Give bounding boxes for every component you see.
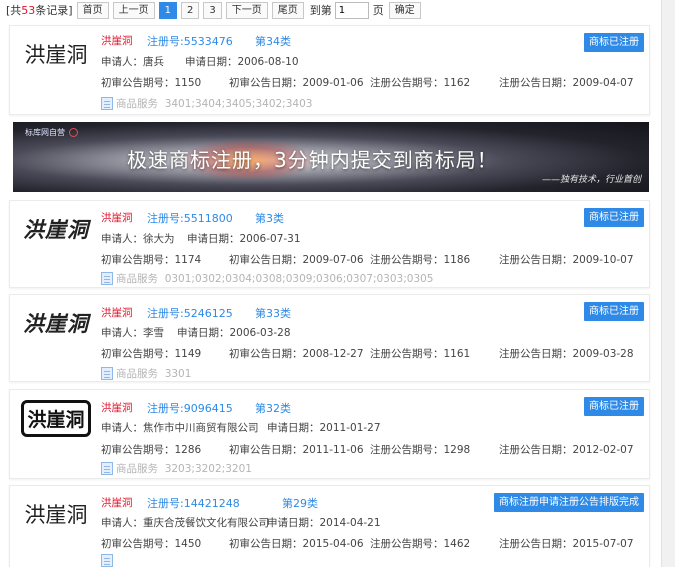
page-2-button[interactable]: 2 bbox=[180, 1, 200, 19]
registration-number: 注册号:5246125 bbox=[147, 307, 233, 320]
registration-number: 注册号:14421248 bbox=[147, 497, 240, 510]
applicant: 申请人：重庆合茂餐饮文化有限公司 bbox=[101, 517, 269, 529]
status-badge: 商标已注册 bbox=[584, 397, 644, 416]
trademark-class: 第33类 bbox=[255, 307, 291, 320]
badge-icon bbox=[69, 128, 78, 137]
page-number-input[interactable] bbox=[334, 1, 369, 19]
first-trial-number: 初审公告期号：1149 bbox=[101, 348, 202, 360]
banner-headline: 极速商标注册，3分钟内提交到商标局！ bbox=[127, 148, 498, 172]
trademark-logo[interactable]: 洪崖洞 bbox=[18, 209, 94, 249]
prev-page-button[interactable]: 上一页 bbox=[112, 1, 155, 19]
registration-number: 注册号:9096415 bbox=[147, 402, 233, 415]
trademark-class: 第32类 bbox=[255, 402, 291, 415]
goods-services: 商品服务 3401;3404;3405;3402;3403 bbox=[101, 96, 312, 111]
first-trial-number: 初审公告期号：1174 bbox=[101, 254, 202, 266]
document-icon bbox=[101, 554, 113, 567]
trademark-logo[interactable]: 洪崖洞 bbox=[18, 398, 94, 438]
first-trial-number: 初审公告期号：1450 bbox=[101, 538, 202, 550]
reg-announce-number: 注册公告期号：1161 bbox=[370, 348, 471, 360]
goods-services: 商品服务 3301 bbox=[101, 366, 191, 381]
status-badge: 商标已注册 bbox=[584, 302, 644, 321]
reg-announce-number: 注册公告期号：1462 bbox=[370, 538, 471, 550]
goods-services: 商品服务 0301;0302;0304;0308;0309;0306;0307;… bbox=[101, 271, 433, 286]
apply-date: 申请日期：2006-08-10 bbox=[185, 56, 299, 68]
trademark-record[interactable]: 洪崖洞 洪崖洞 注册号:5511800 第3类 商标已注册 申请人：徐大为 申请… bbox=[9, 200, 650, 288]
applicant: 申请人：焦作市中川商贸有限公司 bbox=[101, 422, 259, 434]
trademark-name[interactable]: 洪崖洞 bbox=[101, 400, 133, 415]
trademark-class: 第3类 bbox=[255, 212, 284, 225]
status-badge: 商标已注册 bbox=[584, 33, 644, 52]
reg-announce-number: 注册公告期号：1298 bbox=[370, 444, 471, 456]
apply-date: 申请日期：2006-03-28 bbox=[177, 327, 291, 339]
status-badge: 商标注册申请注册公告排版完成 bbox=[494, 493, 644, 512]
reg-announce-number: 注册公告期号：1186 bbox=[370, 254, 471, 266]
next-page-button[interactable]: 下一页 bbox=[225, 1, 268, 19]
first-trial-number: 初审公告期号：1286 bbox=[101, 444, 202, 456]
page-scrollbar[interactable] bbox=[661, 0, 675, 567]
banner-slogan: ——独有技术，行业首创 bbox=[541, 175, 641, 185]
document-icon bbox=[101, 461, 113, 475]
trademark-name[interactable]: 洪崖洞 bbox=[101, 210, 133, 225]
trademark-logo[interactable]: 洪崖洞 bbox=[18, 34, 94, 74]
registration-number: 注册号:5533476 bbox=[147, 35, 233, 48]
trademark-name[interactable]: 洪崖洞 bbox=[101, 33, 133, 48]
last-page-button[interactable]: 尾页 bbox=[271, 1, 304, 19]
applicant: 申请人：李雪 bbox=[101, 327, 164, 339]
applicant: 申请人：徐大为 bbox=[101, 233, 175, 245]
apply-date: 申请日期：2011-01-27 bbox=[267, 422, 381, 434]
trademark-record[interactable]: 洪崖洞 洪崖洞 注册号:14421248 第29类 商标注册申请注册公告排版完成… bbox=[9, 485, 650, 567]
trademark-class: 第34类 bbox=[255, 35, 291, 48]
goto-label: 到第 bbox=[309, 4, 332, 17]
reg-announce-date: 注册公告日期：2009-03-28 bbox=[499, 348, 634, 360]
reg-announce-date: 注册公告日期：2015-07-07 bbox=[499, 538, 634, 550]
page-3-button[interactable]: 3 bbox=[203, 1, 222, 19]
goods-services bbox=[101, 554, 116, 567]
first-trial-date: 初审公告日期：2011-11-06 bbox=[229, 444, 364, 456]
record-count: [共53条记录] bbox=[6, 4, 73, 17]
pagination-bar: [共53条记录] 首页 上一页 1 2 3 下一页 尾页 到第 页 确定 bbox=[6, 1, 425, 19]
confirm-button[interactable]: 确定 bbox=[388, 1, 421, 19]
reg-announce-date: 注册公告日期：2009-10-07 bbox=[499, 254, 634, 266]
reg-announce-date: 注册公告日期：2009-04-07 bbox=[499, 77, 634, 89]
trademark-record[interactable]: 洪崖洞 洪崖洞 注册号:5533476 第34类 商标已注册 申请人：唐兵 申请… bbox=[9, 25, 650, 115]
trademark-record[interactable]: 洪崖洞 洪崖洞 注册号:5246125 第33类 商标已注册 申请人：李雪 申请… bbox=[9, 294, 650, 382]
page-unit-label: 页 bbox=[372, 4, 384, 17]
trademark-name[interactable]: 洪崖洞 bbox=[101, 495, 133, 510]
reg-announce-date: 注册公告日期：2012-02-07 bbox=[499, 444, 634, 456]
first-trial-date: 初审公告日期：2015-04-06 bbox=[229, 538, 364, 550]
trademark-logo[interactable]: 洪崖洞 bbox=[18, 494, 94, 534]
trademark-name[interactable]: 洪崖洞 bbox=[101, 305, 133, 320]
trademark-class: 第29类 bbox=[282, 497, 318, 510]
promo-banner[interactable]: 标库网自营 极速商标注册，3分钟内提交到商标局！ ——独有技术，行业首创 bbox=[13, 122, 649, 192]
document-icon bbox=[101, 271, 113, 285]
first-trial-date: 初审公告日期：2009-01-06 bbox=[229, 77, 364, 89]
reg-announce-number: 注册公告期号：1162 bbox=[370, 77, 471, 89]
document-icon bbox=[101, 96, 113, 110]
status-badge: 商标已注册 bbox=[584, 208, 644, 227]
document-icon bbox=[101, 366, 113, 380]
first-trial-date: 初审公告日期：2009-07-06 bbox=[229, 254, 364, 266]
first-trial-number: 初审公告期号：1150 bbox=[101, 77, 202, 89]
registration-number: 注册号:5511800 bbox=[147, 212, 233, 225]
goods-services: 商品服务 3203;3202;3201 bbox=[101, 461, 252, 476]
apply-date: 申请日期：2006-07-31 bbox=[187, 233, 301, 245]
page-1-button[interactable]: 1 bbox=[158, 1, 177, 19]
applicant: 申请人：唐兵 bbox=[101, 56, 164, 68]
banner-site-label: 标库网自营 bbox=[25, 127, 78, 138]
first-page-button[interactable]: 首页 bbox=[76, 1, 109, 19]
trademark-record[interactable]: 洪崖洞 洪崖洞 注册号:9096415 第32类 商标已注册 申请人：焦作市中川… bbox=[9, 389, 650, 479]
apply-date: 申请日期：2014-04-21 bbox=[267, 517, 381, 529]
first-trial-date: 初审公告日期：2008-12-27 bbox=[229, 348, 364, 360]
trademark-logo[interactable]: 洪崖洞 bbox=[18, 303, 94, 343]
